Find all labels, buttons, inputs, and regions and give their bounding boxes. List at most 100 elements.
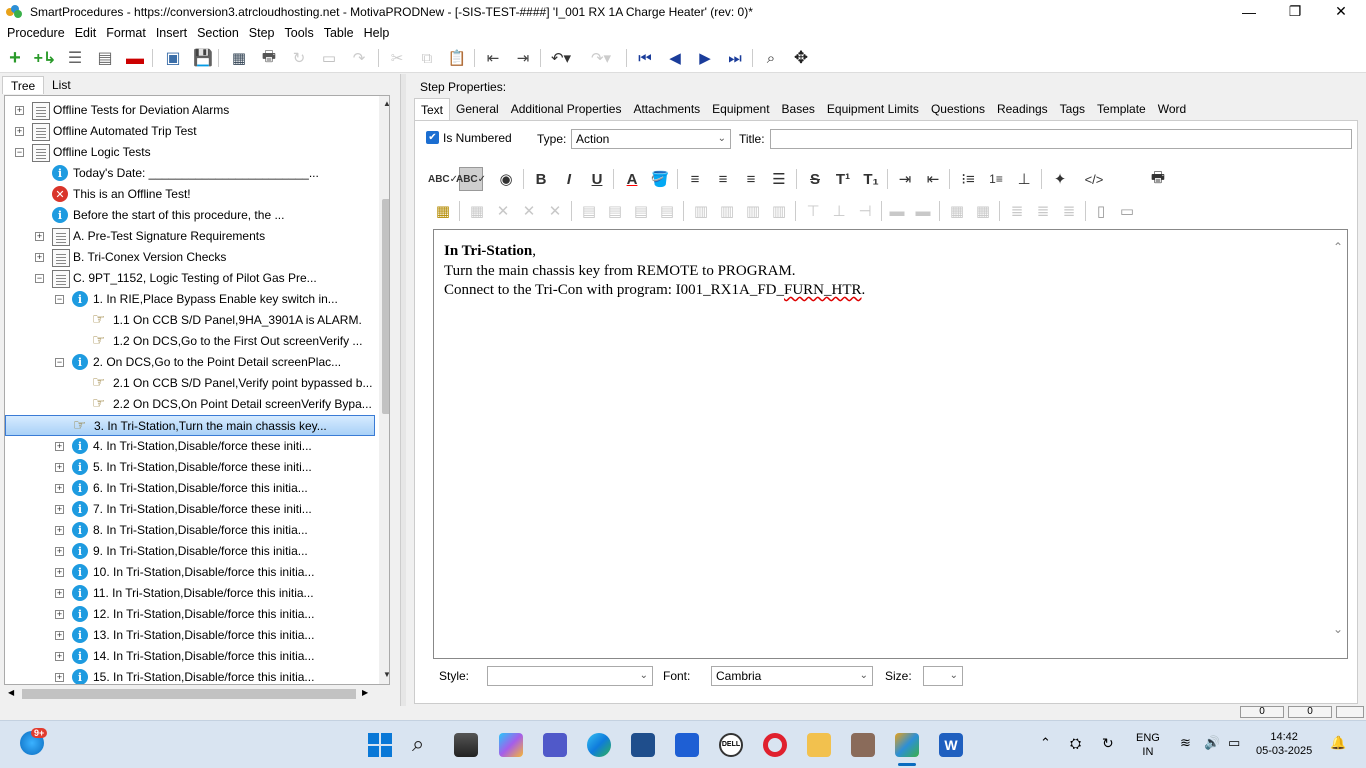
menu-section[interactable]: Section [192,26,244,40]
superscript-icon[interactable]: T¹ [831,167,855,191]
search-icon[interactable]: ⌕ [412,733,436,757]
tree-node[interactable]: + i 9. In Tri-Station,Disable/force this i… [5,541,375,562]
teams-icon[interactable] [543,733,567,757]
close-button[interactable]: ✕ [1318,0,1364,23]
tab-bases[interactable]: Bases [776,98,821,120]
button-icon[interactable]: ▭ [1115,199,1139,223]
edge-icon[interactable] [587,733,611,757]
dell-icon[interactable]: DELL [719,733,743,757]
magic-wand-icon[interactable]: ✦ [1048,167,1072,191]
export-icon[interactable]: ▦ [228,47,250,69]
strikethrough-icon[interactable]: S [803,167,827,191]
menu-step[interactable]: Step [244,26,280,40]
find-icon[interactable]: ⌕ [760,47,782,69]
size-select[interactable]: ⌄ [923,666,963,686]
expand-icon[interactable]: + [55,547,64,556]
tree-node[interactable]: ☞ 3. In Tri-Station,Turn the main chassis… [5,415,375,436]
valign-icon[interactable]: ≣ [1031,199,1055,223]
expand-icon[interactable]: + [55,652,64,661]
task-view-icon[interactable] [454,733,478,757]
collapse-icon[interactable]: − [55,358,64,367]
expand-icon[interactable]: + [15,127,24,136]
row-icon[interactable]: ⊥ [827,199,851,223]
tree-node[interactable]: − i 2. On DCS,Go to the Point Detail scree… [5,352,375,373]
tree-node[interactable]: i Today's Date: ________________________.… [5,163,375,184]
underline-icon[interactable]: U [585,167,609,191]
cell-icon[interactable]: ▤ [577,199,601,223]
spellcheck-auto-icon[interactable]: ABC✓ [456,167,486,191]
delete-icon[interactable]: ▬ [124,47,146,69]
battery-icon[interactable]: ▭ [1228,735,1240,751]
sync-icon[interactable]: ↻ [1102,735,1114,752]
save-icon[interactable]: 💾 [192,47,214,69]
paste-icon[interactable]: 📋 [446,47,468,69]
tree-node[interactable]: + i 5. In Tri-Station,Disable/force these … [5,457,375,478]
outdent-icon[interactable]: ⇤ [482,47,504,69]
last-icon[interactable]: ⏭ [724,47,746,69]
row-icon[interactable]: ⊤ [801,199,825,223]
split-icon[interactable]: ▬ [911,199,935,223]
expand-icon[interactable]: + [55,463,64,472]
tree-node[interactable]: + A. Pre-Test Signature Requirements [5,226,375,247]
valign-icon[interactable]: ≣ [1005,199,1029,223]
collapse-icon[interactable]: − [55,295,64,304]
tab-general[interactable]: General [450,98,505,120]
title-input[interactable] [770,129,1352,149]
editor-scroll-up-icon[interactable]: ⌃ [1333,238,1343,258]
tab-questions[interactable]: Questions [925,98,991,120]
shading-icon[interactable]: ◉ [494,167,518,191]
previous-icon[interactable]: ◀ [664,47,686,69]
tab-template[interactable]: Template [1091,98,1152,120]
undo-icon[interactable]: ↶▾ [550,47,572,69]
column-icon[interactable]: ▥ [767,199,791,223]
delete-table-icon[interactable]: ✕ [491,199,515,223]
tree-node[interactable]: + i 12. In Tri-Station,Disable/force this … [5,604,375,625]
expand-icon[interactable]: + [35,232,44,241]
chevron-up-icon[interactable]: ⌃ [1040,735,1051,751]
subscript-icon[interactable]: T₁ [859,167,883,191]
textbox-icon[interactable]: ▯ [1089,199,1113,223]
notification-bell-icon[interactable]: 🔔 [1330,735,1346,751]
tab-readings[interactable]: Readings [991,98,1054,120]
tab-equipment-limits[interactable]: Equipment Limits [821,98,925,120]
cell-icon[interactable]: ▤ [629,199,653,223]
step-text-editor[interactable]: In Tri-Station, Turn the main chassis ke… [433,229,1348,659]
list-edit-icon[interactable]: ▤ [94,47,116,69]
delete-row-icon[interactable]: ✕ [517,199,541,223]
print-icon[interactable]: 🖶 [258,47,280,69]
windows-start-icon[interactable] [368,733,392,757]
tab-attachments[interactable]: Attachments [627,98,706,120]
indent-icon[interactable]: ⇥ [512,47,534,69]
tree-node[interactable]: + i 6. In Tri-Station,Disable/force this i… [5,478,375,499]
expand-icon[interactable]: + [55,442,64,451]
network-status-icon[interactable]: ⛭ [1070,735,1081,752]
tab-list[interactable]: List [44,76,79,94]
expand-icon[interactable]: + [15,106,24,115]
font-color-icon[interactable]: A [620,167,644,191]
clock[interactable]: 14:42 05-03-2025 [1256,730,1312,758]
menu-tools[interactable]: Tools [280,26,319,40]
insert-table-icon[interactable]: ▦ [431,199,455,223]
increase-indent-icon[interactable]: ⇥ [893,167,917,191]
align-right-icon[interactable]: ≡ [739,167,763,191]
editor-scroll-down-icon[interactable]: ⌄ [1333,620,1343,640]
valign-icon[interactable]: ≣ [1057,199,1081,223]
html-code-icon[interactable]: </> [1082,167,1106,191]
tree-node[interactable]: i Before the start of this procedure, the… [5,205,375,226]
first-icon[interactable]: ⏮ [634,47,656,69]
opera-icon[interactable] [763,733,787,757]
italic-icon[interactable]: I [557,167,581,191]
file-explorer-icon[interactable] [807,733,831,757]
menu-help[interactable]: Help [359,26,395,40]
print-preview-icon[interactable]: 🖶 [1146,167,1170,191]
numbered-list-icon[interactable]: 1≡ [984,167,1008,191]
column-icon[interactable]: ▥ [689,199,713,223]
tab-additional-properties[interactable]: Additional Properties [505,98,628,120]
tree-node[interactable]: + i 8. In Tri-Station,Disable/force this i… [5,520,375,541]
tree-node[interactable]: − C. 9PT_1152, Logic Testing of Pilot Gas… [5,268,375,289]
align-center-icon[interactable]: ≡ [711,167,735,191]
tree-vertical-scrollbar[interactable]: ▲ ▼ [379,96,389,684]
minimize-button[interactable]: — [1226,0,1272,23]
table-props-icon[interactable]: ▦ [465,199,489,223]
cell-icon[interactable]: ▤ [655,199,679,223]
